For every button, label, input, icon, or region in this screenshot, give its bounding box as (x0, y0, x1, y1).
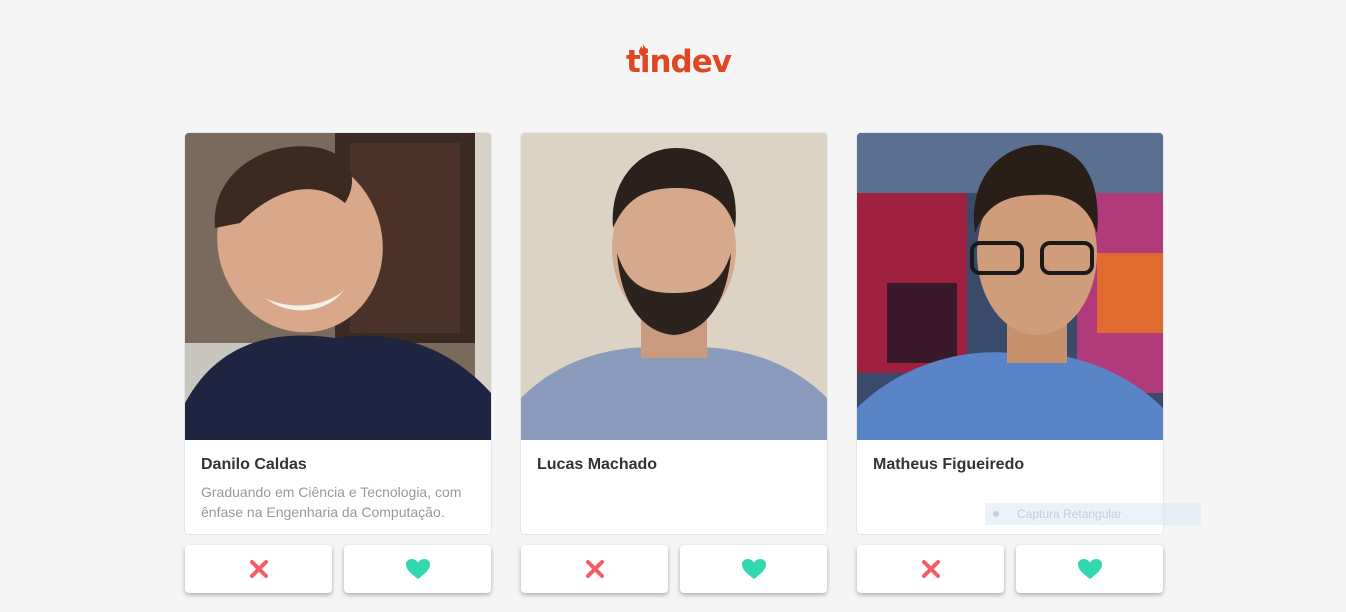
heart-icon (1077, 559, 1102, 579)
action-buttons (857, 545, 1163, 593)
dislike-button[interactable] (857, 545, 1004, 593)
close-icon (921, 560, 940, 578)
capture-overlay: Captura Retangular (985, 503, 1201, 525)
like-button[interactable] (344, 545, 491, 593)
heart-icon (741, 559, 766, 579)
capture-label: Captura Retangular (1017, 507, 1122, 521)
tindev-logo: tindev (626, 42, 732, 82)
developer-bio: Graduando em Ciência e Tecnologia, com ê… (201, 484, 462, 520)
avatar (185, 133, 491, 440)
developer-card: Lucas Machado (521, 133, 827, 534)
dislike-button[interactable] (521, 545, 668, 593)
action-buttons (185, 545, 491, 593)
developer-name: Danilo Caldas (201, 456, 307, 473)
avatar (521, 133, 827, 440)
developer-item: Danilo Caldas Graduando em Ciência e Tec… (185, 133, 491, 593)
capture-dot-icon (993, 511, 999, 517)
developer-item: Lucas Machado (521, 133, 827, 593)
dislike-button[interactable] (185, 545, 332, 593)
close-icon (249, 560, 268, 578)
developer-name: Lucas Machado (537, 456, 658, 473)
close-icon (585, 560, 604, 578)
action-buttons (521, 545, 827, 593)
avatar (857, 133, 1163, 440)
like-button[interactable] (680, 545, 827, 593)
like-button[interactable] (1016, 545, 1163, 593)
heart-icon (405, 559, 430, 579)
developer-name: Matheus Figueiredo (873, 456, 1025, 473)
developer-card: Matheus Figueiredo (857, 133, 1163, 534)
developer-card: Danilo Caldas Graduando em Ciência e Tec… (185, 133, 491, 534)
flame-icon (639, 44, 647, 56)
